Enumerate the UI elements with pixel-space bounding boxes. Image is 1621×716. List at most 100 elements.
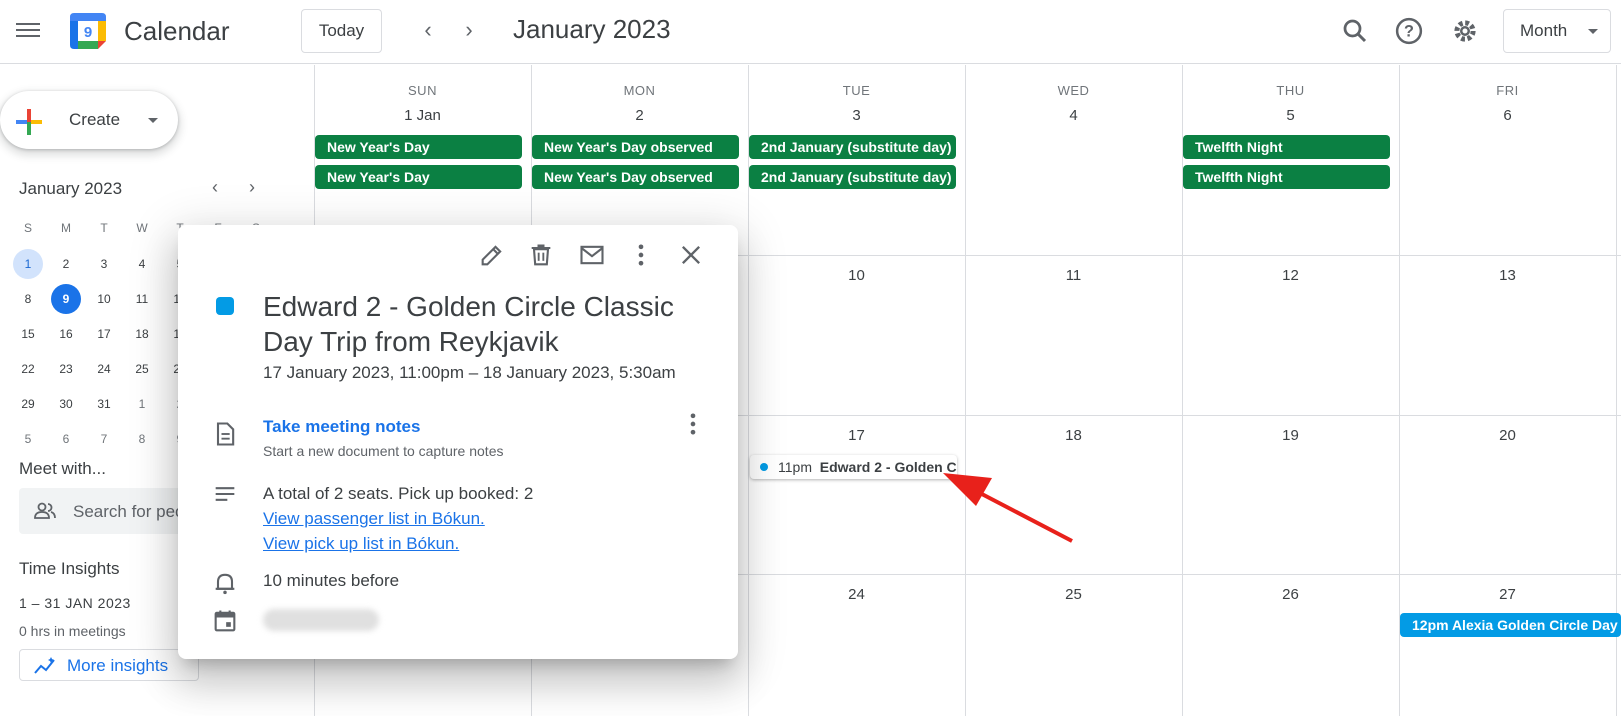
day-number[interactable]: 3 [748,107,965,124]
mini-day[interactable]: 25 [123,353,161,385]
mini-day[interactable]: 29 [9,388,47,420]
calendar-logo[interactable]: 9 [68,11,108,51]
mini-day[interactable]: 24 [85,353,123,385]
dow-fri: FRI [1496,83,1519,98]
dow-tue: TUE [842,83,871,98]
mini-day[interactable]: 8 [123,423,161,455]
day-number[interactable]: 6 [1399,107,1616,124]
event-time: 11pm [778,459,812,475]
mini-day-number: 17 [97,327,111,341]
mini-day-number: 30 [59,397,73,411]
bell-icon [215,573,235,595]
dow-sun: SUN [408,83,437,98]
mini-day[interactable]: 1 [123,388,161,420]
chevron-down-icon [1588,29,1598,34]
people-icon [34,502,56,519]
create-button[interactable]: Create [0,91,178,149]
mini-day-number: 4 [138,257,146,271]
description-icon [215,487,235,501]
mini-day[interactable]: 10 [85,283,123,315]
day-number[interactable]: 1 Jan [314,107,531,124]
day-number[interactable]: 17 [748,427,965,444]
notes-more-icon[interactable] [679,410,707,438]
pickup-list-link[interactable]: View pick up list in Bókun. [263,531,533,556]
mini-day[interactable]: 31 [85,388,123,420]
day-number[interactable]: 19 [1182,427,1399,444]
mini-day[interactable]: 6 [47,423,85,455]
email-icon[interactable] [578,241,606,269]
mini-day-number: 31 [97,397,111,411]
mini-day[interactable]: 8 [9,283,47,315]
mini-day[interactable]: 11 [123,283,161,315]
passenger-list-link[interactable]: View passenger list in Bókun. [263,506,533,531]
search-icon[interactable] [1340,16,1370,46]
mini-day-number: 25 [135,362,149,376]
settings-icon[interactable] [1450,16,1480,46]
day-number[interactable]: 2 [531,107,748,124]
delete-icon[interactable] [527,241,555,269]
holiday-event[interactable]: New Year's Day [315,165,522,189]
holiday-event[interactable]: New Year's Day observed [532,165,739,189]
mini-day[interactable]: 9 [47,283,85,315]
mini-day[interactable]: 1 [9,248,47,280]
next-month-icon[interactable]: › [457,19,481,43]
mini-day-number: 15 [21,327,35,341]
mini-day[interactable]: 3 [85,248,123,280]
day-number[interactable]: 24 [748,586,965,603]
day-number[interactable]: 18 [965,427,1182,444]
day-number[interactable]: 10 [748,267,965,284]
holiday-event[interactable]: New Year's Day [315,135,522,159]
more-insights-button[interactable]: More insights [19,649,199,681]
day-number[interactable]: 27 [1399,586,1616,603]
time-insights-title: Time Insights [19,559,120,578]
holiday-event[interactable]: 2nd January (substitute day) [749,135,956,159]
time-insights-hours: 0 hrs in meetings [19,623,126,639]
help-icon[interactable]: ? [1394,16,1424,46]
event-name: Edward 2 - Golden Circle Classic Day Tri… [819,459,957,475]
holiday-event[interactable]: 2nd January (substitute day) [749,165,956,189]
holiday-event[interactable]: Twelfth Night [1183,165,1390,189]
event-details-popup: Edward 2 - Golden Circle Classic Day Tri… [178,225,738,659]
mini-day[interactable]: 17 [85,318,123,350]
day-number[interactable]: 25 [965,586,1182,603]
day-number[interactable]: 12 [1182,267,1399,284]
event-title: Edward 2 - Golden Circle Classic Day Tri… [263,291,674,357]
day-number[interactable]: 5 [1182,107,1399,124]
more-options-icon[interactable] [627,241,655,269]
event-date: 17 January 2023, 11:00pm – 18 January 20… [263,363,676,382]
event-alexia[interactable]: 12pm Alexia Golden Circle Day Trip [1400,613,1621,637]
mini-day[interactable]: 18 [123,318,161,350]
event-chip-edward[interactable]: 11pm Edward 2 - Golden Circle Classic Da… [750,455,957,479]
take-meeting-notes-link[interactable]: Take meeting notes [263,417,420,437]
event-dot [760,463,768,471]
mini-day-number: 8 [138,432,146,446]
prev-month-icon[interactable]: ‹ [416,19,440,43]
mini-prev-icon[interactable]: ‹ [212,177,218,198]
holiday-event[interactable]: Twelfth Night [1183,135,1390,159]
mini-day[interactable]: 2 [47,248,85,280]
menu-icon[interactable] [16,19,40,43]
mini-day-number: 29 [21,397,35,411]
mini-next-icon[interactable]: › [249,177,255,198]
mini-day[interactable]: 15 [9,318,47,350]
today-button[interactable]: Today [301,9,382,53]
mini-day[interactable]: 7 [85,423,123,455]
mini-day[interactable]: 23 [47,353,85,385]
day-number[interactable]: 20 [1399,427,1616,444]
close-icon[interactable] [677,241,705,269]
mini-day[interactable]: 16 [47,318,85,350]
mini-day[interactable]: 4 [123,248,161,280]
day-number[interactable]: 13 [1399,267,1616,284]
mini-calendar-title: January 2023 [19,179,123,198]
mini-day-number: 7 [100,432,108,446]
mini-day-number: 23 [59,362,73,376]
holiday-event[interactable]: New Year's Day observed [532,135,739,159]
mini-day[interactable]: 22 [9,353,47,385]
day-number[interactable]: 11 [965,267,1182,284]
mini-day[interactable]: 30 [47,388,85,420]
day-number[interactable]: 26 [1182,586,1399,603]
edit-icon[interactable] [478,241,506,269]
mini-day[interactable]: 5 [9,423,47,455]
view-select[interactable]: Month [1503,9,1611,53]
day-number[interactable]: 4 [965,107,1182,124]
